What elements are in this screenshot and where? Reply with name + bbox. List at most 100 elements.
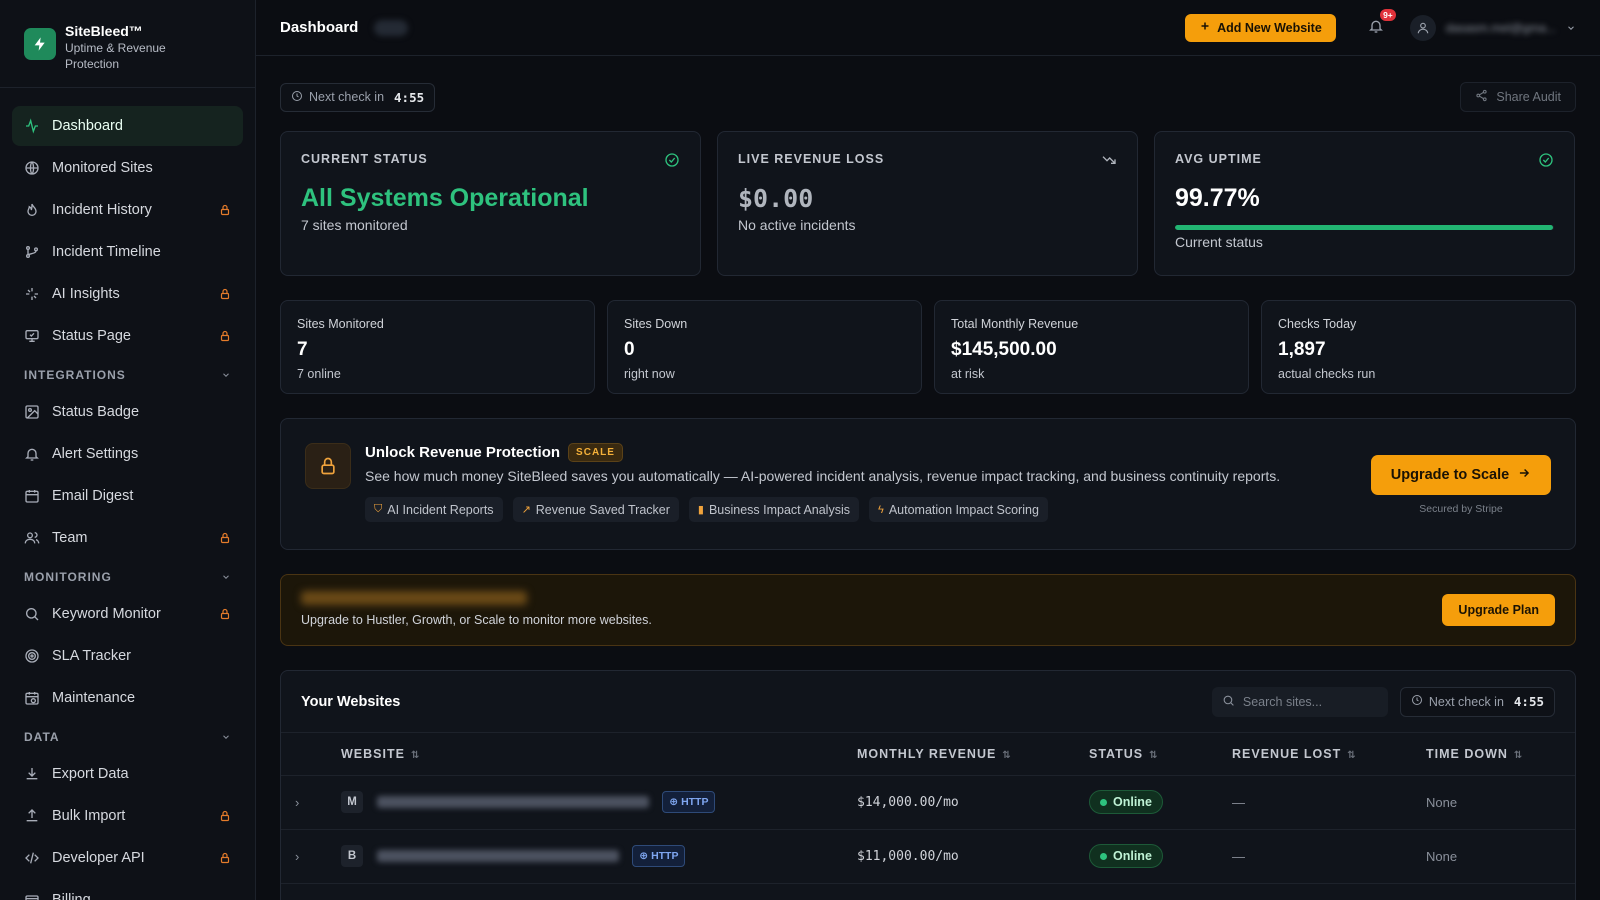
add-website-label: Add New Website <box>1217 20 1322 35</box>
column-label: STATUS <box>1089 746 1144 761</box>
sort-icon: ⇅ <box>410 749 421 761</box>
check-circle-icon <box>1538 152 1554 168</box>
feature-chip: ▮ Business Impact Analysis <box>688 497 859 522</box>
feature-label: AI Incident Reports <box>387 502 494 517</box>
column-time-down[interactable]: TIME DOWN ⇅ <box>1426 733 1575 776</box>
stat-label: Sites Down <box>624 317 688 331</box>
clock-icon <box>291 90 303 105</box>
section-monitoring[interactable]: MONITORING <box>12 560 243 594</box>
sidebar-item-team[interactable]: Team <box>12 518 243 558</box>
upgrade-label: Upgrade to Scale <box>1390 467 1510 483</box>
chevron-right-icon[interactable]: › <box>281 775 341 830</box>
credit-card-icon <box>24 892 40 900</box>
sidebar-item-label: Team <box>52 530 88 546</box>
feature-label: Automation Impact Scoring <box>888 502 1039 517</box>
protocol-label: HTTP <box>681 795 709 808</box>
globe-icon: ⊕ <box>639 849 649 862</box>
plus-icon <box>1199 20 1211 35</box>
revenue-loss-sub: No active incidents <box>738 217 856 233</box>
sidebar-item-maintenance[interactable]: Maintenance <box>12 678 243 718</box>
websites-panel: Your Websites Next check in 4:55 WEBSITE… <box>280 670 1576 900</box>
next-check-indicator: Next check in 4:55 <box>1399 686 1555 717</box>
card-label: LIVE REVENUE LOSS <box>738 152 885 166</box>
section-integrations[interactable]: INTEGRATIONS <box>12 358 243 392</box>
site-url-blurred[interactable] <box>376 795 649 808</box>
time-down-cell: None <box>1426 829 1575 884</box>
column-label: REVENUE LOST <box>1232 746 1342 761</box>
notifications-button[interactable]: 9+ <box>1366 8 1396 38</box>
next-check-label: Next check in <box>309 90 385 104</box>
trending-up-icon: ↗ <box>521 504 531 516</box>
section-label: MONITORING <box>24 570 112 584</box>
expand-column <box>281 733 341 776</box>
upgrade-plan-button[interactable]: Upgrade Plan <box>1442 594 1555 626</box>
current-status-value: All Systems Operational <box>301 184 589 212</box>
status-dot <box>1100 852 1107 860</box>
feature-label: Business Impact Analysis <box>708 502 850 517</box>
sidebar-item-email-digest[interactable]: Email Digest <box>12 476 243 516</box>
lock-icon <box>219 608 231 620</box>
feature-label: Revenue Saved Tracker <box>535 502 670 517</box>
stat-sites-down: Sites Down 0 right now <box>607 300 922 394</box>
stat-sites-monitored: Sites Monitored 7 7 online <box>280 300 595 394</box>
shield-icon: ⛉ <box>374 503 383 515</box>
sidebar-item-status-page[interactable]: Status Page <box>12 316 243 356</box>
lock-icon <box>219 330 231 342</box>
stat-value: 1,897 <box>1278 339 1326 360</box>
column-monthly-revenue[interactable]: MONTHLY REVENUE ⇅ <box>857 733 1089 776</box>
revenue-loss-value: $0.00 <box>738 184 814 213</box>
section-label: DATA <box>24 730 60 744</box>
protocol-badge: ⊕ HTTP <box>632 844 686 867</box>
git-branch-icon <box>24 244 40 260</box>
uptime-progress-fill <box>1175 225 1554 230</box>
sidebar-item-label: Billing <box>52 892 91 900</box>
stat-value: 0 <box>624 339 635 360</box>
limit-text: Upgrade to Hustler, Growth, or Scale to … <box>301 613 652 627</box>
column-label: TIME DOWN <box>1426 746 1508 761</box>
sidebar-item-developer-api[interactable]: Developer API <box>12 838 243 878</box>
column-website[interactable]: WEBSITE ⇅ <box>341 733 857 776</box>
sidebar-item-incident-timeline[interactable]: Incident Timeline <box>12 232 243 272</box>
sidebar-item-dashboard[interactable]: Dashboard <box>12 106 243 146</box>
calendar-icon <box>24 488 40 504</box>
sidebar-item-status-badge[interactable]: Status Badge <box>12 392 243 432</box>
section-data[interactable]: DATA <box>12 720 243 754</box>
sidebar-item-label: AI Insights <box>52 286 120 302</box>
chevron-down-icon <box>221 572 231 582</box>
column-label: MONTHLY REVENUE <box>857 746 997 761</box>
search-box <box>1211 686 1388 717</box>
sidebar-item-incident-history[interactable]: Incident History <box>12 190 243 230</box>
user-menu[interactable]: dasasm.mel@gma... <box>1409 14 1576 41</box>
table-row[interactable]: › B ⊕ HTTP $11,000.00/mo Online — None <box>281 829 1575 884</box>
sidebar-item-billing[interactable]: Billing <box>12 880 243 900</box>
bolt-icon: ϟ <box>878 503 884 516</box>
sidebar-item-alert-settings[interactable]: Alert Settings <box>12 434 243 474</box>
sidebar-item-keyword-monitor[interactable]: Keyword Monitor <box>12 594 243 634</box>
sidebar-item-ai-insights[interactable]: AI Insights <box>12 274 243 314</box>
site-url-blurred[interactable] <box>376 849 619 862</box>
search-input[interactable] <box>1242 694 1373 709</box>
sparkles-icon <box>24 286 40 302</box>
column-revenue-lost[interactable]: REVENUE LOST ⇅ <box>1232 733 1426 776</box>
download-icon <box>24 766 40 782</box>
table-row[interactable]: › M ⊕ HTTP $14,000.00/mo Online — None <box>281 775 1575 830</box>
sidebar-item-bulk-import[interactable]: Bulk Import <box>12 796 243 836</box>
image-icon <box>24 404 40 420</box>
add-website-button[interactable]: Add New Website <box>1185 13 1336 42</box>
chevron-right-icon[interactable]: › <box>281 829 341 884</box>
feature-chip: ↗ Revenue Saved Tracker <box>512 497 679 522</box>
sidebar-item-label: Export Data <box>52 766 129 782</box>
live-revenue-loss-card: LIVE REVENUE LOSS $0.00 No active incide… <box>717 131 1138 276</box>
sidebar-item-label: Status Badge <box>52 404 140 420</box>
lock-icon <box>219 852 231 864</box>
sidebar-item-export-data[interactable]: Export Data <box>12 754 243 794</box>
bar-chart-icon: ▮ <box>697 504 704 516</box>
share-audit-button[interactable]: Share Audit <box>1460 82 1576 112</box>
column-status[interactable]: STATUS ⇅ <box>1089 733 1232 776</box>
sidebar-item-monitored-sites[interactable]: Monitored Sites <box>12 148 243 188</box>
user-icon <box>1409 14 1436 41</box>
upgrade-to-scale-button[interactable]: Upgrade to Scale <box>1371 455 1551 495</box>
sort-icon: ⇅ <box>1002 749 1012 761</box>
protocol-badge: ⊕ HTTP <box>662 790 716 813</box>
sidebar-item-sla-tracker[interactable]: SLA Tracker <box>12 636 243 676</box>
